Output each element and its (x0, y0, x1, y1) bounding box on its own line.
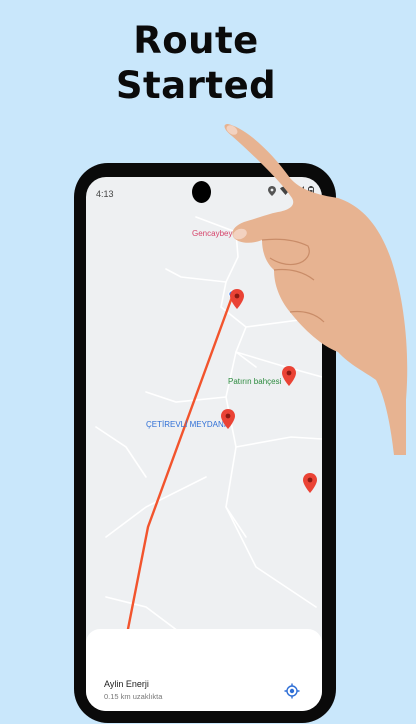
map-pin-station[interactable] (230, 289, 244, 309)
map-pin-cetirevli[interactable] (221, 409, 235, 429)
front-camera (192, 181, 211, 203)
headline-line-2: Started (115, 64, 277, 107)
map-pin-gencaybey[interactable] (256, 219, 270, 239)
bottom-sheet[interactable]: Aylin Enerji 0.15 km uzaklıkta (86, 629, 322, 711)
my-location-icon[interactable] (284, 683, 300, 699)
phone-screen: Gencaybey Patırın bahçesi ÇETİREVLİ MEYD… (86, 177, 322, 711)
status-icons (268, 186, 314, 196)
headline-line-1: Route (133, 19, 259, 62)
place-label-patirin: Patırın bahçesi (228, 377, 282, 386)
station-distance: 0.15 km uzaklıkta (104, 692, 163, 701)
battery-icon (308, 186, 314, 196)
map-pin-east[interactable] (303, 473, 317, 493)
route-line (126, 295, 234, 631)
station-name: Aylin Enerji (104, 679, 149, 689)
status-bar: 4:13 (86, 177, 322, 203)
wifi-icon (280, 186, 291, 195)
place-label-gencaybey: Gencaybey (192, 229, 233, 238)
status-time: 4:13 (96, 189, 114, 199)
map-pin-patirin[interactable] (282, 366, 296, 386)
signal-icon (295, 186, 304, 195)
phone-frame: Gencaybey Patırın bahçesi ÇETİREVLİ MEYD… (74, 163, 336, 723)
headline: Route Started (0, 18, 392, 108)
place-label-cetirevli: ÇETİREVLİ MEYDANI (146, 420, 227, 429)
location-pin-icon (268, 186, 276, 196)
